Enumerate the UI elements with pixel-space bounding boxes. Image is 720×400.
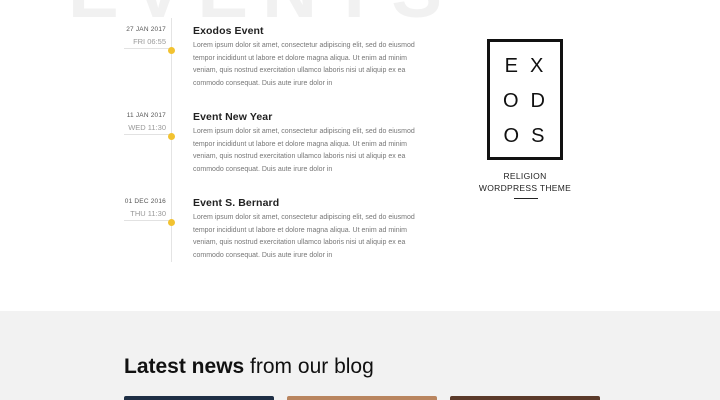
- blog-heading: Latest news from our blog: [124, 355, 374, 379]
- logo-divider: [514, 198, 538, 199]
- timeline-dot: [168, 47, 175, 54]
- logo-caption-line: WORDPRESS THEME: [478, 182, 572, 193]
- logo-letter: D: [530, 90, 547, 112]
- event-description: Lorem ipsum dolor sit amet, consectetur …: [193, 128, 415, 173]
- logo-letter: E: [504, 55, 520, 77]
- event-day-time: THU 11:30: [130, 209, 166, 218]
- event-date: 01 DEC 2016: [124, 198, 166, 205]
- logo-letter: O: [503, 125, 522, 147]
- timeline-dot: [168, 219, 175, 226]
- date-divider: [124, 48, 172, 49]
- blog-heading-bold: Latest news: [124, 355, 245, 378]
- logo-caption: RELIGION WORDPRESS THEME: [468, 171, 582, 194]
- logo-caption-line: RELIGION: [503, 171, 547, 181]
- timeline-dot: [168, 133, 175, 140]
- event-description: Lorem ipsum dolor sit amet, consectetur …: [193, 214, 415, 259]
- blog-heading-rest: from our blog: [244, 355, 374, 378]
- event-date: 11 JAN 2017: [126, 112, 166, 119]
- event-title[interactable]: Event S. Bernard: [193, 197, 279, 209]
- date-divider: [124, 134, 172, 135]
- date-divider: [124, 220, 172, 221]
- logo-letter: O: [502, 90, 521, 112]
- logo-letter: X: [530, 55, 546, 77]
- event-description: Lorem ipsum dolor sit amet, consectetur …: [193, 42, 415, 87]
- logo-row: O S: [490, 125, 560, 148]
- blog-card-image[interactable]: [450, 396, 600, 400]
- logo-letter: S: [531, 125, 547, 147]
- event-day-time: WED 11:30: [128, 123, 166, 132]
- event-title[interactable]: Exodos Event: [193, 25, 264, 37]
- event-day-time: FRI 06:55: [133, 37, 166, 46]
- logo-row: E X: [490, 55, 560, 78]
- blog-card-image[interactable]: [124, 396, 274, 400]
- logo-row: O D: [490, 90, 560, 113]
- event-title[interactable]: Event New Year: [193, 111, 272, 123]
- blog-section: Latest news from our blog: [0, 311, 720, 400]
- event-date: 27 JAN 2017: [126, 26, 166, 33]
- exodos-logo: E X O D O S: [487, 39, 563, 160]
- blog-card-image[interactable]: [287, 396, 437, 400]
